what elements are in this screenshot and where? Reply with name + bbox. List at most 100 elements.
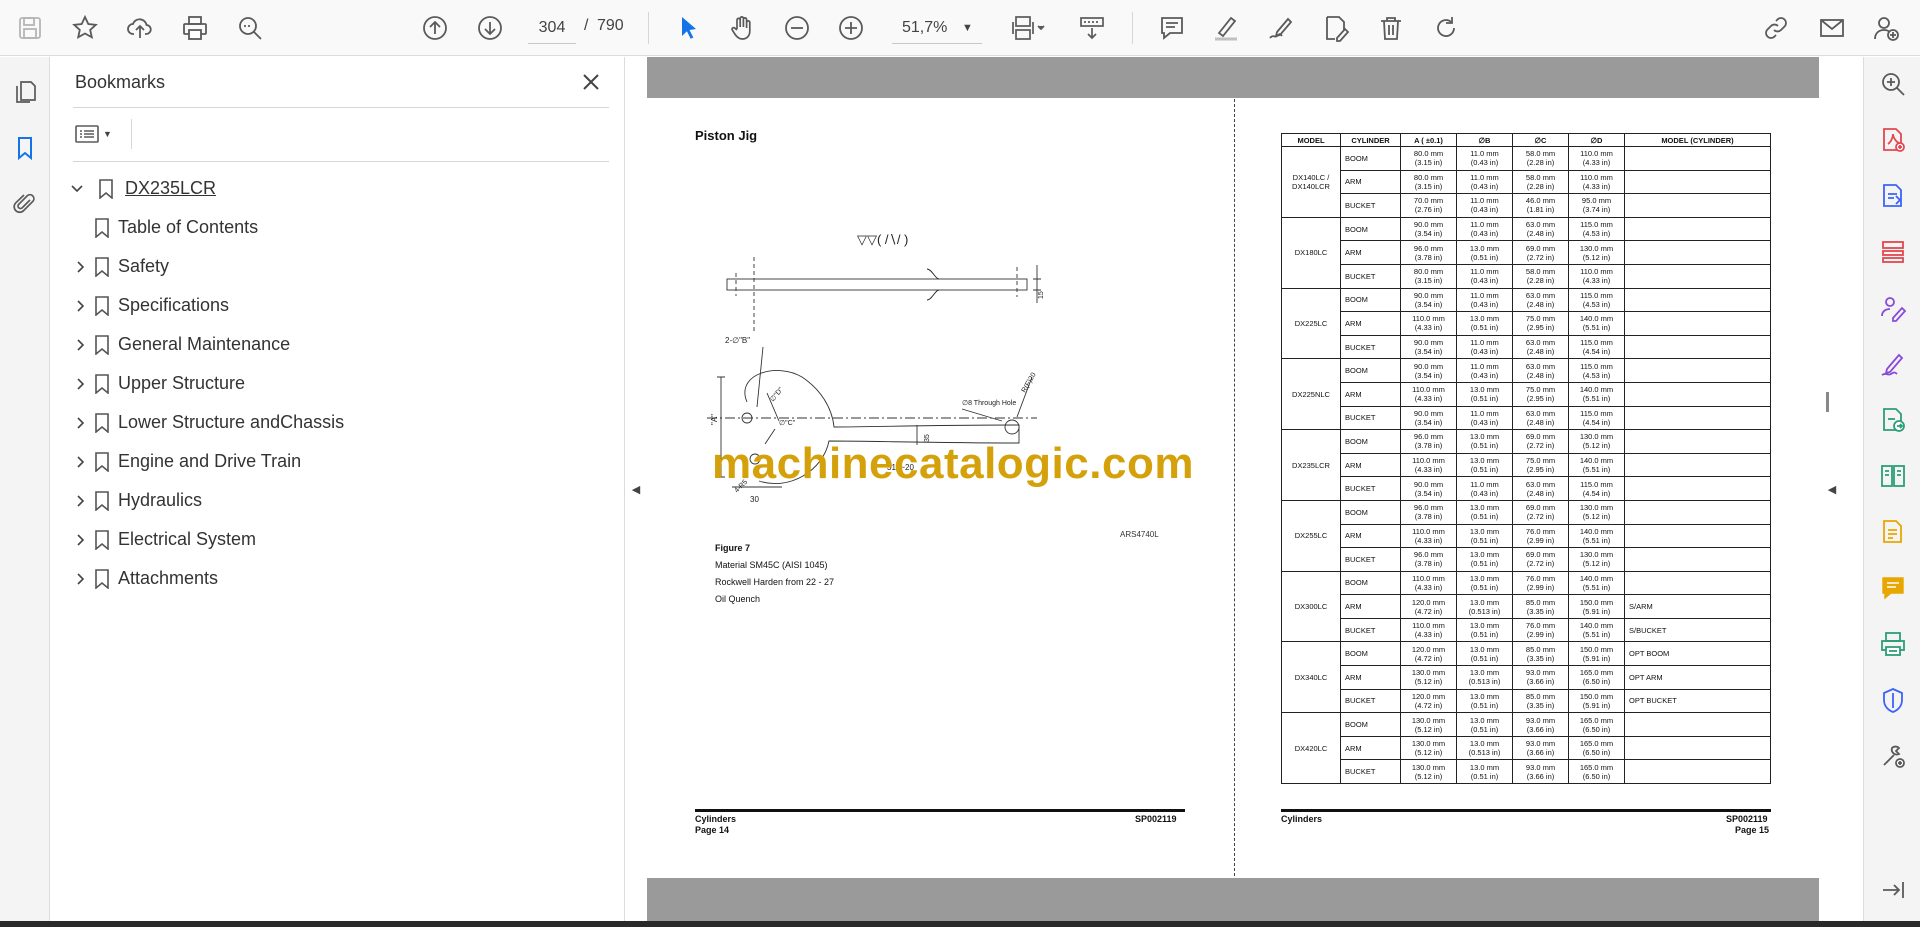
bookmark-item[interactable]: Attachments (51, 559, 625, 598)
next-page-icon[interactable] (470, 8, 510, 48)
chevron-right-icon[interactable] (73, 493, 89, 509)
organize-pages-icon[interactable] (1878, 237, 1908, 267)
toolbar-divider (648, 12, 649, 44)
edit-pdf-icon[interactable] (1878, 517, 1908, 547)
account-icon[interactable] (1866, 8, 1906, 48)
more-tools-icon[interactable] (1878, 741, 1908, 771)
chevron-right-icon[interactable] (73, 571, 89, 587)
fill-sign-icon[interactable] (1878, 349, 1908, 379)
hardness-note: Rockwell Harden from 22 - 27 (715, 577, 835, 587)
table-header-row: MODEL CYLINDER A ( ±0.1) ∅B ∅C ∅D MODEL … (1281, 133, 1771, 147)
bookmark-item[interactable]: Lower Structure andChassis (51, 403, 625, 442)
create-pdf-icon[interactable] (1878, 125, 1908, 155)
cylinder-cell: BOOM (1340, 146, 1401, 171)
star-icon[interactable] (65, 8, 105, 48)
model-cylinder-cell: S/ARM (1624, 594, 1771, 619)
send-for-review-icon[interactable] (1878, 405, 1908, 435)
column-header: ∅B (1456, 133, 1513, 147)
prev-page-icon[interactable] (415, 8, 455, 48)
bookmark-options-button[interactable]: ▼ (75, 119, 123, 149)
hand-icon[interactable] (722, 8, 762, 48)
bookmark-item[interactable]: Engine and Drive Train (51, 442, 625, 481)
column-header: MODEL (CYLINDER) (1624, 133, 1771, 147)
rotate-icon[interactable] (1426, 8, 1466, 48)
chevron-down-icon[interactable] (69, 181, 85, 197)
dimension-cell: 13.0 mm (0.51 in) (1456, 499, 1513, 525)
model-cell: DX340LC (1281, 641, 1341, 714)
chevron-right-icon[interactable] (73, 337, 89, 353)
dimension-cell: 13.0 mm (0.51 in) (1456, 759, 1513, 785)
cylinder-cell: BOOM (1340, 216, 1401, 242)
chevron-right-icon[interactable] (73, 415, 89, 431)
bookmark-icon (95, 217, 109, 238)
table-row: ARM 110.0 mm (4.33 in) 13.0 mm (0.51 in) 75… (1282, 311, 1771, 336)
bookmark-item[interactable]: Safety (51, 247, 625, 286)
cylinder-cell: BUCKET (1340, 263, 1401, 289)
footer-doc-code: SP002119 (1726, 814, 1768, 824)
scrollbar-thumb[interactable] (1826, 392, 1829, 412)
page-fit-icon[interactable] (1003, 8, 1055, 48)
dimension-cell: 58.0 mm (2.28 in) (1512, 263, 1569, 289)
email-icon[interactable] (1812, 8, 1852, 48)
zoom-out-icon[interactable] (777, 8, 817, 48)
bookmark-item[interactable]: Table of Contents (51, 208, 625, 247)
select-cursor-icon[interactable] (668, 8, 708, 48)
surface-finish-label: ▽▽( /∖/ ) (857, 232, 908, 247)
bookmark-item[interactable]: Upper Structure (51, 364, 625, 403)
bookmark-item[interactable]: General Maintenance (51, 325, 625, 364)
delete-icon[interactable] (1371, 8, 1411, 48)
chevron-right-icon[interactable] (73, 259, 89, 275)
fill-sign-icon[interactable] (1316, 8, 1356, 48)
dimension-cell: 69.0 mm (2.72 in) (1512, 499, 1569, 525)
bookmark-label: Upper Structure (118, 373, 246, 393)
chevron-right-icon[interactable] (73, 376, 89, 392)
close-icon[interactable] (576, 67, 606, 97)
panel-collapse-handle[interactable]: ◀ (626, 57, 646, 921)
bookmarks-icon[interactable] (10, 133, 40, 163)
dimension-cell: 70.0 mm (2.76 in) (1400, 193, 1457, 218)
bookmark-item[interactable]: Electrical System (51, 520, 625, 559)
bookmark-root[interactable]: DX235LCR (51, 169, 625, 208)
comment-icon[interactable] (1152, 8, 1192, 48)
attachments-icon[interactable] (10, 189, 40, 219)
quench-note: Oil Quench (715, 594, 761, 604)
bookmark-label: Attachments (118, 568, 219, 588)
export-pdf-icon[interactable] (1878, 181, 1908, 211)
search-zoom-icon[interactable] (1878, 69, 1908, 99)
dimension-cell: 90.0 mm (3.54 in) (1400, 476, 1457, 501)
link-icon[interactable] (1756, 8, 1796, 48)
protect-icon[interactable] (1878, 685, 1908, 715)
highlight-icon[interactable] (1206, 8, 1246, 48)
dimension-cell: 11.0 mm (0.43 in) (1456, 146, 1513, 171)
collapse-rail-icon[interactable] (1878, 875, 1908, 905)
upload-icon[interactable] (120, 8, 160, 48)
dimension-cell: 63.0 mm (2.48 in) (1512, 476, 1569, 501)
zoom-dropdown[interactable]: 51,7% ▼ (892, 12, 982, 44)
sign-icon[interactable] (1261, 8, 1301, 48)
request-signature-icon[interactable] (1878, 293, 1908, 323)
save-icon[interactable] (10, 8, 50, 48)
dim-radius-label: R(F)20 (1021, 372, 1038, 394)
scroll-mode-icon[interactable] (1072, 8, 1112, 48)
bookmark-icon (95, 529, 109, 550)
page-number-input[interactable] (528, 12, 576, 44)
scan-icon[interactable] (1878, 629, 1908, 659)
bookmark-tree: DX235LCR Table of Contents Safety Specific… (51, 169, 625, 598)
table-row: ARM 110.0 mm (4.33 in) 13.0 mm (0.51 in) 76… (1282, 523, 1771, 549)
bookmark-item[interactable]: Specifications (51, 286, 625, 325)
zoom-in-icon[interactable] (831, 8, 871, 48)
compare-icon[interactable] (1878, 461, 1908, 491)
dimension-cell: 140.0 mm (5.51 in) (1568, 617, 1625, 643)
tools-collapse-handle[interactable]: ◀ (1822, 57, 1842, 921)
print-icon[interactable] (175, 8, 215, 48)
footer-doc-code: SP002119 (1135, 814, 1177, 824)
document-view[interactable]: Piston Jig ▽▽(/∖/) 2-∅"B" ∅8 Through H… (647, 57, 1819, 921)
zoom-search-icon[interactable] (230, 8, 270, 48)
chevron-right-icon[interactable] (73, 298, 89, 314)
chevron-right-icon[interactable] (73, 532, 89, 548)
bookmark-item[interactable]: Hydraulics (51, 481, 625, 520)
comment-icon[interactable] (1878, 573, 1908, 603)
chevron-right-icon[interactable] (73, 454, 89, 470)
dimension-cell: 93.0 mm (3.66 in) (1512, 712, 1569, 737)
page-thumbnails-icon[interactable] (10, 77, 40, 107)
